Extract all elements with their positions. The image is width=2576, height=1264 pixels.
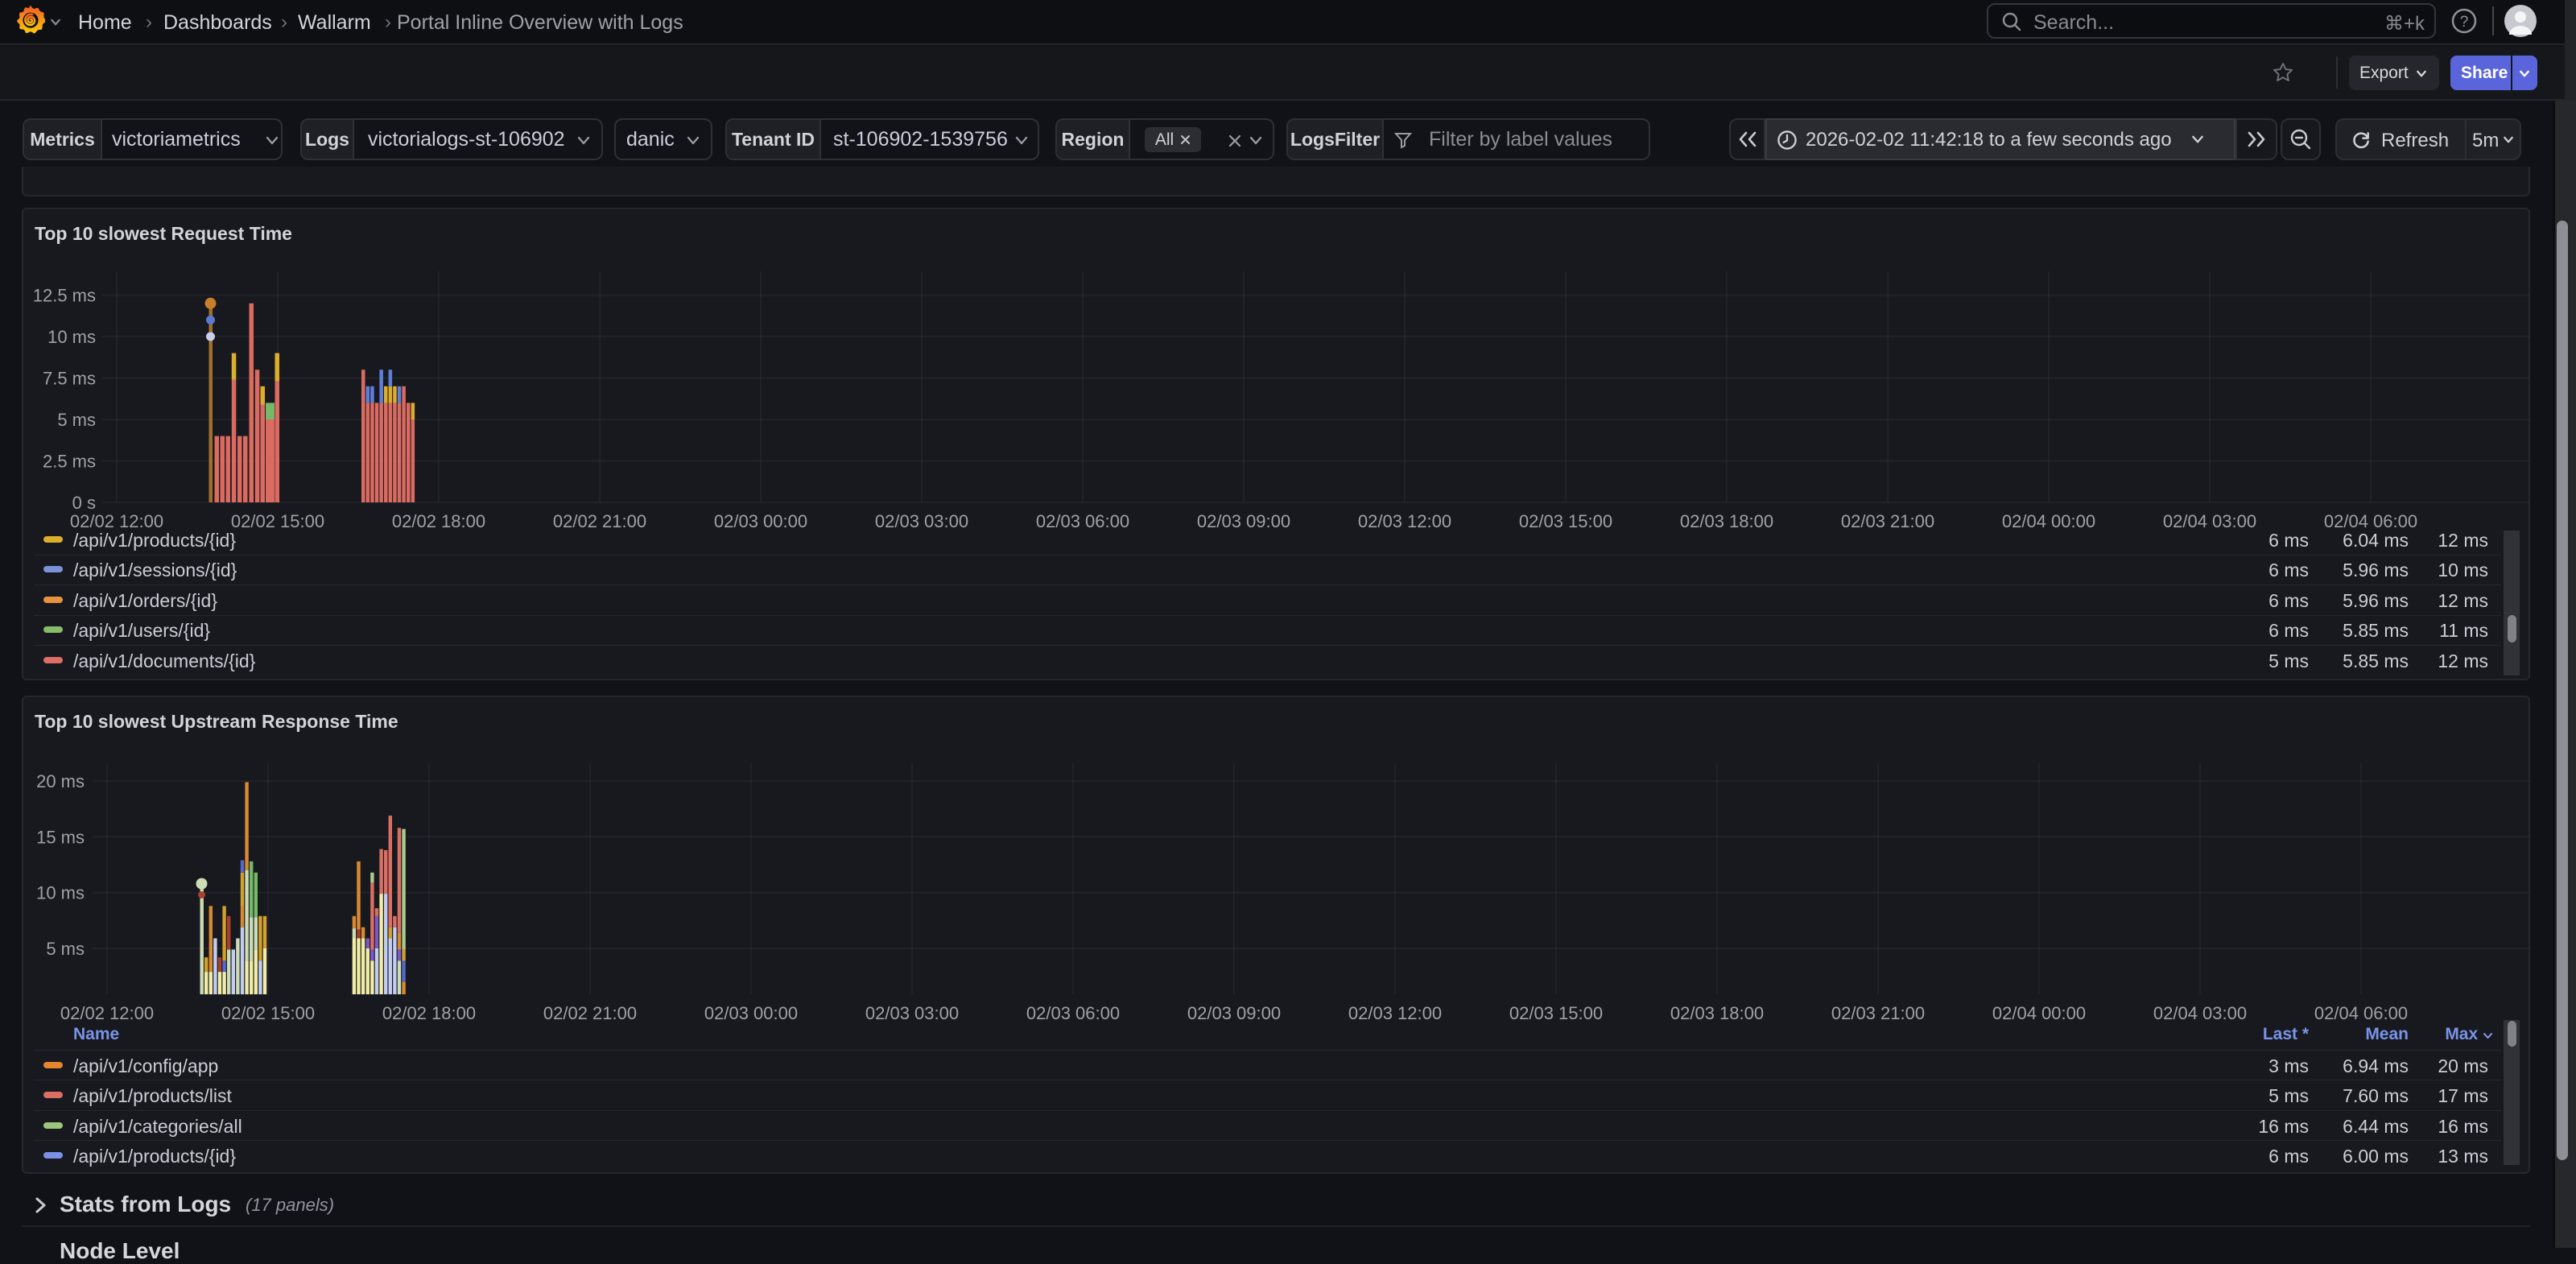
svg-text:02/03 09:00: 02/03 09:00 (1187, 1003, 1281, 1023)
svg-text:10 ms: 10 ms (36, 883, 85, 903)
svg-text:02/02 12:00: 02/02 12:00 (60, 1003, 154, 1023)
svg-text:02/02 15:00: 02/02 15:00 (221, 1003, 315, 1023)
svg-text:02/04 03:00: 02/04 03:00 (2153, 1003, 2247, 1023)
svg-text:10 ms: 10 ms (47, 327, 96, 347)
svg-text:02/03 06:00: 02/03 06:00 (1026, 1003, 1120, 1023)
svg-text:7.5 ms: 7.5 ms (43, 369, 96, 389)
svg-text:02/04 00:00: 02/04 00:00 (1992, 1003, 2086, 1023)
svg-text:0 s: 0 s (72, 493, 96, 513)
svg-text:15 ms: 15 ms (36, 827, 85, 847)
svg-text:02/03 00:00: 02/03 00:00 (704, 1003, 798, 1023)
svg-text:02/03 21:00: 02/03 21:00 (1831, 1003, 1925, 1023)
svg-text:02/03 12:00: 02/03 12:00 (1348, 1003, 1442, 1023)
svg-text:20 ms: 20 ms (36, 771, 85, 791)
svg-text:02/03 18:00: 02/03 18:00 (1670, 1003, 1764, 1023)
svg-text:02/03 15:00: 02/03 15:00 (1509, 1003, 1603, 1023)
svg-text:02/03 03:00: 02/03 03:00 (865, 1003, 959, 1023)
svg-text:2.5 ms: 2.5 ms (43, 452, 96, 472)
svg-text:?: ? (2460, 14, 2469, 31)
svg-text:5 ms: 5 ms (57, 410, 96, 430)
svg-text:12.5 ms: 12.5 ms (33, 286, 96, 306)
svg-text:02/02 21:00: 02/02 21:00 (543, 1003, 637, 1023)
svg-text:5 ms: 5 ms (46, 939, 85, 959)
svg-text:02/04 06:00: 02/04 06:00 (2314, 1003, 2408, 1023)
svg-text:02/02 18:00: 02/02 18:00 (382, 1003, 476, 1023)
